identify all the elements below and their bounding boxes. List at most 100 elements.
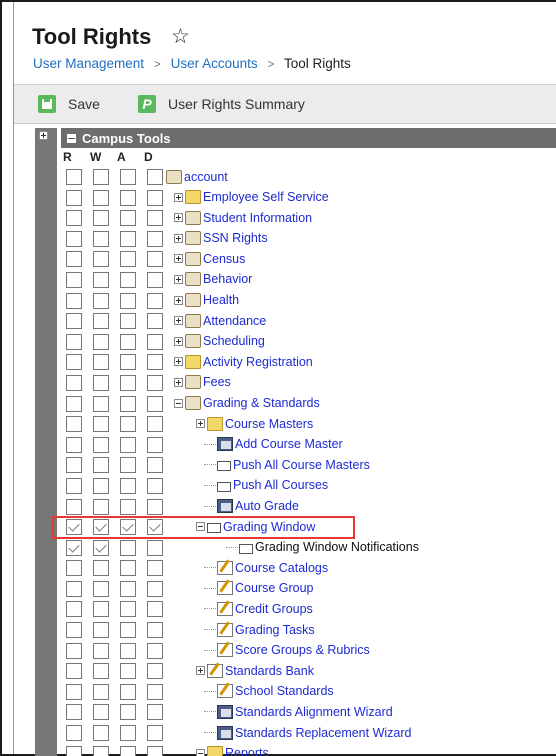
add-checkbox[interactable] xyxy=(120,539,136,556)
tree-node[interactable]: Standards Bank xyxy=(196,662,314,679)
delete-checkbox[interactable] xyxy=(147,477,163,494)
write-checkbox[interactable] xyxy=(93,498,109,515)
read-checkbox[interactable] xyxy=(66,189,82,206)
write-checkbox[interactable] xyxy=(93,683,109,700)
delete-checkbox[interactable] xyxy=(147,560,163,577)
expand-icon[interactable] xyxy=(174,336,183,346)
tree-node-label[interactable]: Census xyxy=(203,252,245,266)
tree-node-label[interactable]: Scheduling xyxy=(203,334,265,348)
tree-node-label[interactable]: Reports xyxy=(225,746,269,756)
delete-checkbox[interactable] xyxy=(147,745,163,756)
tree-node[interactable]: Health xyxy=(174,292,239,309)
add-checkbox[interactable] xyxy=(120,745,136,756)
write-checkbox[interactable] xyxy=(93,169,109,185)
breadcrumb-user-management[interactable]: User Management xyxy=(33,56,144,71)
read-checkbox[interactable] xyxy=(66,704,82,721)
read-checkbox[interactable] xyxy=(66,642,82,659)
write-checkbox[interactable] xyxy=(93,292,109,309)
collapse-icon[interactable] xyxy=(67,133,76,143)
tree-node[interactable]: Standards Alignment Wizard xyxy=(204,703,393,720)
tree-node[interactable]: School Standards xyxy=(204,683,334,700)
delete-checkbox[interactable] xyxy=(147,683,163,700)
delete-checkbox[interactable] xyxy=(147,704,163,721)
tree-node[interactable]: Add Course Master xyxy=(204,436,343,453)
read-checkbox[interactable] xyxy=(66,169,82,185)
tree-node[interactable]: Scheduling xyxy=(174,333,265,350)
delete-checkbox[interactable] xyxy=(147,292,163,309)
delete-checkbox[interactable] xyxy=(147,622,163,639)
delete-checkbox[interactable] xyxy=(147,395,163,412)
tree-node-label[interactable]: Attendance xyxy=(203,314,266,328)
write-checkbox[interactable] xyxy=(93,313,109,330)
read-checkbox[interactable] xyxy=(66,292,82,309)
expand-icon[interactable] xyxy=(196,419,205,429)
write-checkbox[interactable] xyxy=(93,189,109,206)
tree-node-label[interactable]: Course Group xyxy=(235,581,314,595)
tree-node-label[interactable]: Employee Self Service xyxy=(203,190,329,204)
save-button[interactable]: Save xyxy=(38,93,100,115)
write-checkbox[interactable] xyxy=(93,354,109,371)
write-checkbox[interactable] xyxy=(93,230,109,247)
expand-icon[interactable] xyxy=(174,316,183,326)
add-checkbox[interactable] xyxy=(120,683,136,700)
read-checkbox[interactable] xyxy=(66,663,82,680)
add-checkbox[interactable] xyxy=(120,580,136,597)
write-checkbox[interactable] xyxy=(93,251,109,268)
tree-node[interactable]: Push All Course Masters xyxy=(204,456,370,473)
delete-checkbox[interactable] xyxy=(147,230,163,247)
delete-checkbox[interactable] xyxy=(147,333,163,350)
tree-node-label[interactable]: Grading Tasks xyxy=(235,623,315,637)
tree-node[interactable]: Student Information xyxy=(174,209,312,226)
write-checkbox[interactable] xyxy=(93,725,109,742)
delete-checkbox[interactable] xyxy=(147,416,163,433)
delete-checkbox[interactable] xyxy=(147,539,163,556)
delete-checkbox[interactable] xyxy=(147,210,163,227)
tree-node[interactable]: Census xyxy=(174,250,245,267)
read-checkbox[interactable] xyxy=(66,230,82,247)
favorite-star-icon[interactable]: ☆ xyxy=(171,24,190,49)
tree-node-label[interactable]: account xyxy=(184,170,228,184)
add-checkbox[interactable] xyxy=(120,663,136,680)
tree-node-label[interactable]: Score Groups & Rubrics xyxy=(235,643,370,657)
add-checkbox[interactable] xyxy=(120,271,136,288)
tree-node-label[interactable]: Push All Course Masters xyxy=(233,458,370,472)
add-checkbox[interactable] xyxy=(120,251,136,268)
write-checkbox[interactable] xyxy=(93,477,109,494)
read-checkbox[interactable] xyxy=(66,683,82,700)
expand-all-icon[interactable] xyxy=(39,131,48,140)
tree-node-label[interactable]: Grading Window Notifications xyxy=(255,540,419,554)
delete-checkbox[interactable] xyxy=(147,354,163,371)
delete-checkbox[interactable] xyxy=(147,457,163,474)
add-checkbox[interactable] xyxy=(120,416,136,433)
delete-checkbox[interactable] xyxy=(147,271,163,288)
expand-icon[interactable] xyxy=(174,192,183,202)
delete-checkbox[interactable] xyxy=(147,663,163,680)
tree-node-label[interactable]: Standards Bank xyxy=(225,664,314,678)
delete-checkbox[interactable] xyxy=(147,436,163,453)
add-checkbox[interactable] xyxy=(120,622,136,639)
tree-node[interactable]: Score Groups & Rubrics xyxy=(204,642,370,659)
tree-node-label[interactable]: Add Course Master xyxy=(235,437,343,451)
user-rights-summary-button[interactable]: P User Rights Summary xyxy=(138,93,305,115)
tree-node[interactable]: Employee Self Service xyxy=(174,189,329,206)
write-checkbox[interactable] xyxy=(93,539,109,556)
write-checkbox[interactable] xyxy=(93,745,109,756)
add-checkbox[interactable] xyxy=(120,354,136,371)
tree-node-label[interactable]: Health xyxy=(203,293,239,307)
collapse-icon[interactable] xyxy=(174,398,183,408)
tree-node[interactable]: Attendance xyxy=(174,312,266,329)
tree-node[interactable]: Course Catalogs xyxy=(204,559,328,576)
add-checkbox[interactable] xyxy=(120,560,136,577)
add-checkbox[interactable] xyxy=(120,642,136,659)
delete-checkbox[interactable] xyxy=(147,725,163,742)
tree-node[interactable]: account xyxy=(166,168,228,185)
read-checkbox[interactable] xyxy=(66,477,82,494)
breadcrumb-user-accounts[interactable]: User Accounts xyxy=(171,56,258,71)
tree-node-label[interactable]: Activity Registration xyxy=(203,355,313,369)
read-checkbox[interactable] xyxy=(66,725,82,742)
tree-node[interactable]: Behavior xyxy=(174,271,252,288)
add-checkbox[interactable] xyxy=(120,704,136,721)
tree-node-label[interactable]: Standards Replacement Wizard xyxy=(235,726,411,740)
tree-node-label[interactable]: Course Masters xyxy=(225,417,313,431)
read-checkbox[interactable] xyxy=(66,436,82,453)
